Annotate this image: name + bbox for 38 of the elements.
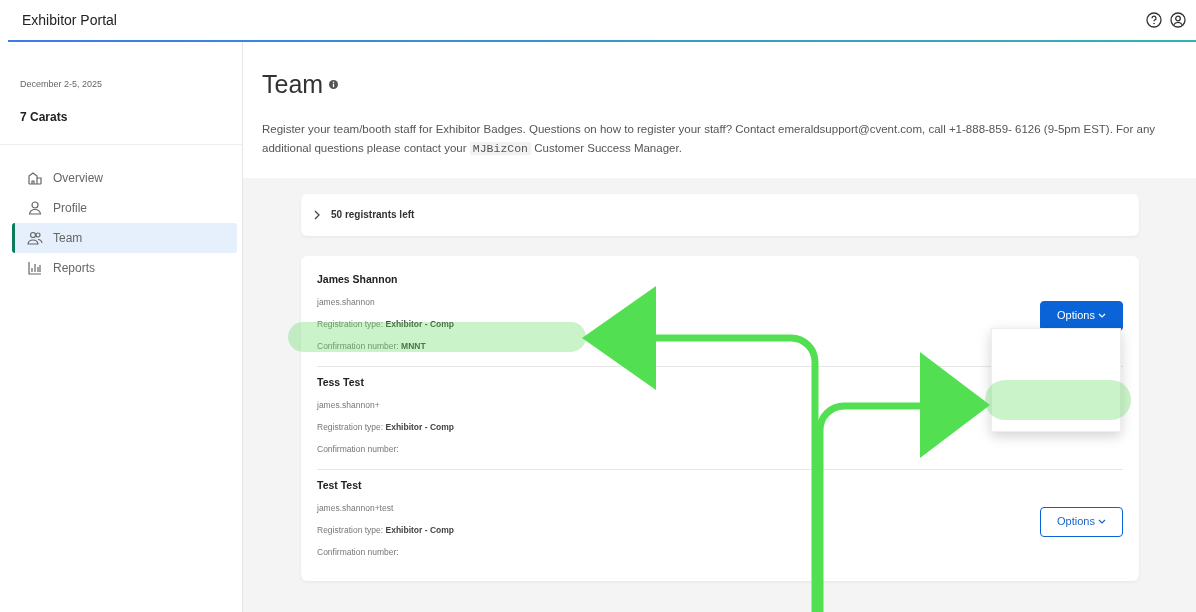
info-icon[interactable] bbox=[329, 80, 339, 90]
nav-label: Profile bbox=[53, 199, 87, 217]
confirmation-number: Confirmation number: bbox=[317, 442, 400, 456]
nav-label: Team bbox=[53, 229, 83, 247]
registration-type: Registration type: Exhibitor - Comp bbox=[317, 524, 454, 537]
nav-item[interactable]: Profile bbox=[12, 192, 237, 223]
help-icon[interactable] bbox=[1146, 12, 1162, 28]
registrants-panel[interactable]: 50 registrants left bbox=[301, 193, 1139, 236]
page-description: Register your team/booth staff for Exhibitor Badges. Questions on how to register your staff? Contact emeraldsupport@cvent.com, call +1-888-859- 6126 (9-5pm EST). For any additional questions please contact your MJBizCon Customer Success Manager. bbox=[262, 121, 1157, 157]
registration-type: Registration type: Exhibitor - Comp bbox=[317, 318, 454, 331]
people-icon bbox=[27, 229, 43, 246]
nav-item[interactable]: Reports bbox=[12, 252, 237, 283]
caret-icon bbox=[1098, 519, 1106, 526]
exhibitor-name: 7 Carats bbox=[20, 108, 69, 126]
member-name: Tess Test bbox=[317, 374, 365, 390]
registration-type: Registration type: Exhibitor - Comp bbox=[317, 421, 454, 434]
app-title: Exhibitor Portal bbox=[22, 10, 117, 30]
member-username: james.shannon+test bbox=[317, 502, 395, 515]
member-name: James Shannon bbox=[317, 271, 399, 287]
nav-label: Reports bbox=[53, 259, 96, 277]
event-date: December 2-5, 2025 bbox=[20, 78, 104, 91]
confirmation-number: Confirmation number: MNNT bbox=[317, 339, 427, 353]
confirmation-number: Confirmation number: bbox=[317, 545, 400, 559]
member-username: james.shannon bbox=[317, 296, 376, 309]
page-title: Team bbox=[262, 69, 324, 100]
nav-label: Overview bbox=[53, 169, 103, 187]
chevron-icon bbox=[313, 209, 321, 220]
member-name: Test Test bbox=[317, 477, 363, 493]
user-account-icon[interactable] bbox=[1170, 12, 1186, 28]
nav-item[interactable]: Team bbox=[12, 222, 237, 253]
bar-chart-icon bbox=[27, 259, 43, 276]
registrants-count: 50 registrants left bbox=[331, 208, 415, 222]
nav-item[interactable]: Overview bbox=[12, 162, 237, 193]
options-button[interactable]: Options bbox=[1040, 506, 1123, 537]
member-username: james.shannon+ bbox=[317, 399, 381, 412]
person-icon bbox=[27, 199, 43, 216]
caret-icon bbox=[1098, 313, 1106, 320]
options-button[interactable]: Options bbox=[1040, 300, 1123, 331]
